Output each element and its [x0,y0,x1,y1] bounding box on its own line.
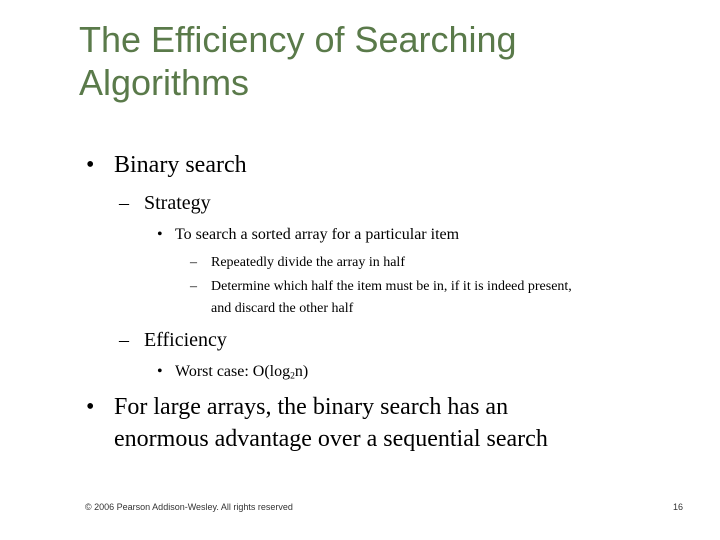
dash-icon: – [119,192,129,214]
worst-case-suffix: n) [294,363,309,380]
subbullet-text: Efficiency [144,329,227,351]
bullet-text-line-2: enormous advantage over a sequential sea… [114,426,548,452]
dash-icon: – [190,255,197,270]
slide-title: The Efficiency of Searching Algorithms [79,18,679,104]
page-number: 16 [673,502,684,512]
bullet-icon: • [86,152,95,178]
bullet-icon: • [157,226,163,243]
dash-icon: – [190,279,197,294]
bullet-text-line-1: For large arrays, the binary search has … [114,394,509,420]
worst-case-prefix: Worst case: O(log [175,363,291,380]
dash-icon: – [119,329,129,351]
point-text: To search a sorted array for a particula… [175,226,460,243]
bullet-text: Binary search [114,152,247,178]
subpoint-text-line-2: and discard the other half [211,301,354,316]
bullet-icon: • [157,363,163,380]
copyright-footer: © 2006 Pearson Addison-Wesley. All right… [85,502,293,512]
title-line-1: The Efficiency of Searching [79,19,517,60]
point-text: Worst case: O(log2n) [175,362,308,382]
subpoint-text-line-1: Determine which half the item must be in… [211,279,572,294]
subbullet-text: Strategy [144,192,211,214]
bullet-icon: • [86,394,95,420]
title-line-2: Algorithms [79,62,250,103]
subpoint-text: Repeatedly divide the array in half [211,255,405,270]
